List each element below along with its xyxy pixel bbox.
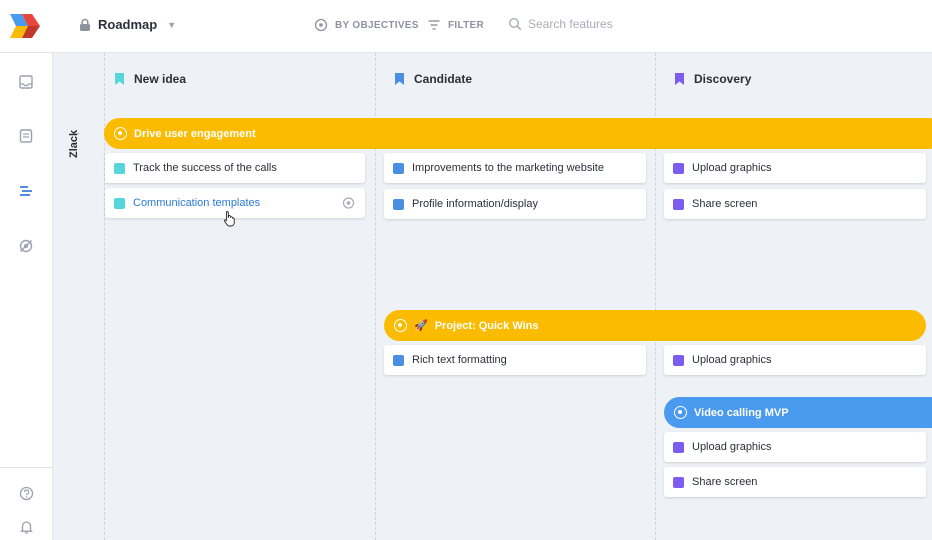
feature-title: Upload graphics [692, 354, 772, 366]
filter-label: FILTER [448, 19, 485, 31]
objective-title: Drive user engagement [134, 127, 256, 140]
status-square [393, 354, 404, 366]
feature-card[interactable]: Upload graphics [664, 432, 926, 462]
objective-target-icon [674, 406, 687, 419]
column-header-new-idea[interactable]: New idea [115, 72, 186, 86]
inbox-icon[interactable] [17, 73, 35, 91]
objective-title: Video calling MVP [694, 406, 789, 419]
status-square [673, 476, 684, 488]
search-box [508, 17, 668, 31]
by-objectives-label: BY OBJECTIVES [335, 19, 419, 31]
status-square [673, 162, 684, 174]
feature-card[interactable]: Upload graphics [664, 153, 926, 183]
objective-banner-drive[interactable]: Drive user engagement [104, 118, 932, 149]
hidden-eye-icon[interactable] [17, 237, 35, 255]
feature-card[interactable]: Upload graphics [664, 345, 926, 375]
top-bar: Roadmap ▼ BY OBJECTIVES FILTER [0, 0, 932, 53]
column-header-candidate[interactable]: Candidate [395, 72, 472, 86]
search-icon [508, 17, 522, 31]
board-title: Roadmap [98, 17, 158, 32]
lock-icon [80, 18, 90, 31]
sidebar-divider [0, 467, 53, 468]
feature-title: Communication templates [133, 197, 261, 209]
filter-icon [428, 20, 440, 30]
feature-card[interactable]: Track the success of the calls [105, 153, 365, 183]
feature-title: Share screen [692, 476, 758, 488]
search-input[interactable] [528, 17, 668, 31]
feature-card[interactable]: Share screen [664, 467, 926, 497]
feature-title: Rich text formatting [412, 354, 507, 366]
swimlane-label: Zlack [68, 129, 80, 158]
objective-target-icon [394, 319, 407, 332]
roadmap-icon[interactable] [17, 182, 35, 200]
bookmark-icon [675, 73, 684, 85]
feature-card[interactable]: Share screen [664, 189, 926, 219]
status-square [673, 198, 684, 210]
column-title: Discovery [694, 72, 752, 86]
roadmap-board: New idea Candidate Discovery ⌄ Zlack Dri… [53, 53, 932, 540]
status-square [673, 354, 684, 366]
status-square [393, 162, 404, 174]
bookmark-icon [395, 73, 404, 85]
rocket-icon: 🚀 [414, 320, 428, 332]
bookmark-icon [115, 73, 124, 85]
feature-card[interactable]: Improvements to the marketing website [384, 153, 646, 183]
column-title: Candidate [414, 72, 473, 86]
column-title: New idea [134, 72, 187, 86]
feature-title: Track the success of the calls [133, 162, 277, 174]
eye-icon[interactable] [342, 197, 355, 209]
hand-cursor-icon [223, 211, 235, 227]
objective-banner-quick-wins[interactable]: 🚀 Project: Quick Wins [384, 310, 926, 341]
status-square [673, 441, 684, 453]
objective-banner-video-calling[interactable]: Video calling MVP [664, 397, 932, 428]
feature-title: Upload graphics [692, 162, 772, 174]
feature-title: Profile information/display [412, 198, 538, 210]
bell-icon[interactable] [17, 517, 35, 535]
status-square [393, 198, 404, 210]
notes-icon[interactable] [17, 127, 35, 145]
board-selector[interactable]: Roadmap ▼ [78, 17, 176, 32]
column-header-discovery[interactable]: Discovery [675, 72, 751, 86]
status-square [114, 197, 125, 209]
feature-title: Upload graphics [692, 441, 772, 453]
feature-title: Improvements to the marketing website [412, 162, 604, 174]
help-icon[interactable] [17, 484, 35, 502]
left-sidebar [0, 53, 53, 540]
objective-target-icon [314, 18, 328, 32]
feature-card[interactable]: Rich text formatting [384, 345, 646, 375]
chevron-down-icon: ▼ [167, 19, 177, 30]
feature-card[interactable]: Profile information/display [384, 189, 646, 219]
by-objectives-button[interactable]: BY OBJECTIVES [314, 18, 419, 32]
objective-title: Project: Quick Wins [434, 319, 539, 332]
feature-title: Share screen [692, 198, 758, 210]
filter-button[interactable]: FILTER [427, 18, 484, 32]
status-square [114, 162, 125, 174]
objective-target-icon [114, 127, 127, 140]
app-logo-icon[interactable] [8, 12, 42, 40]
